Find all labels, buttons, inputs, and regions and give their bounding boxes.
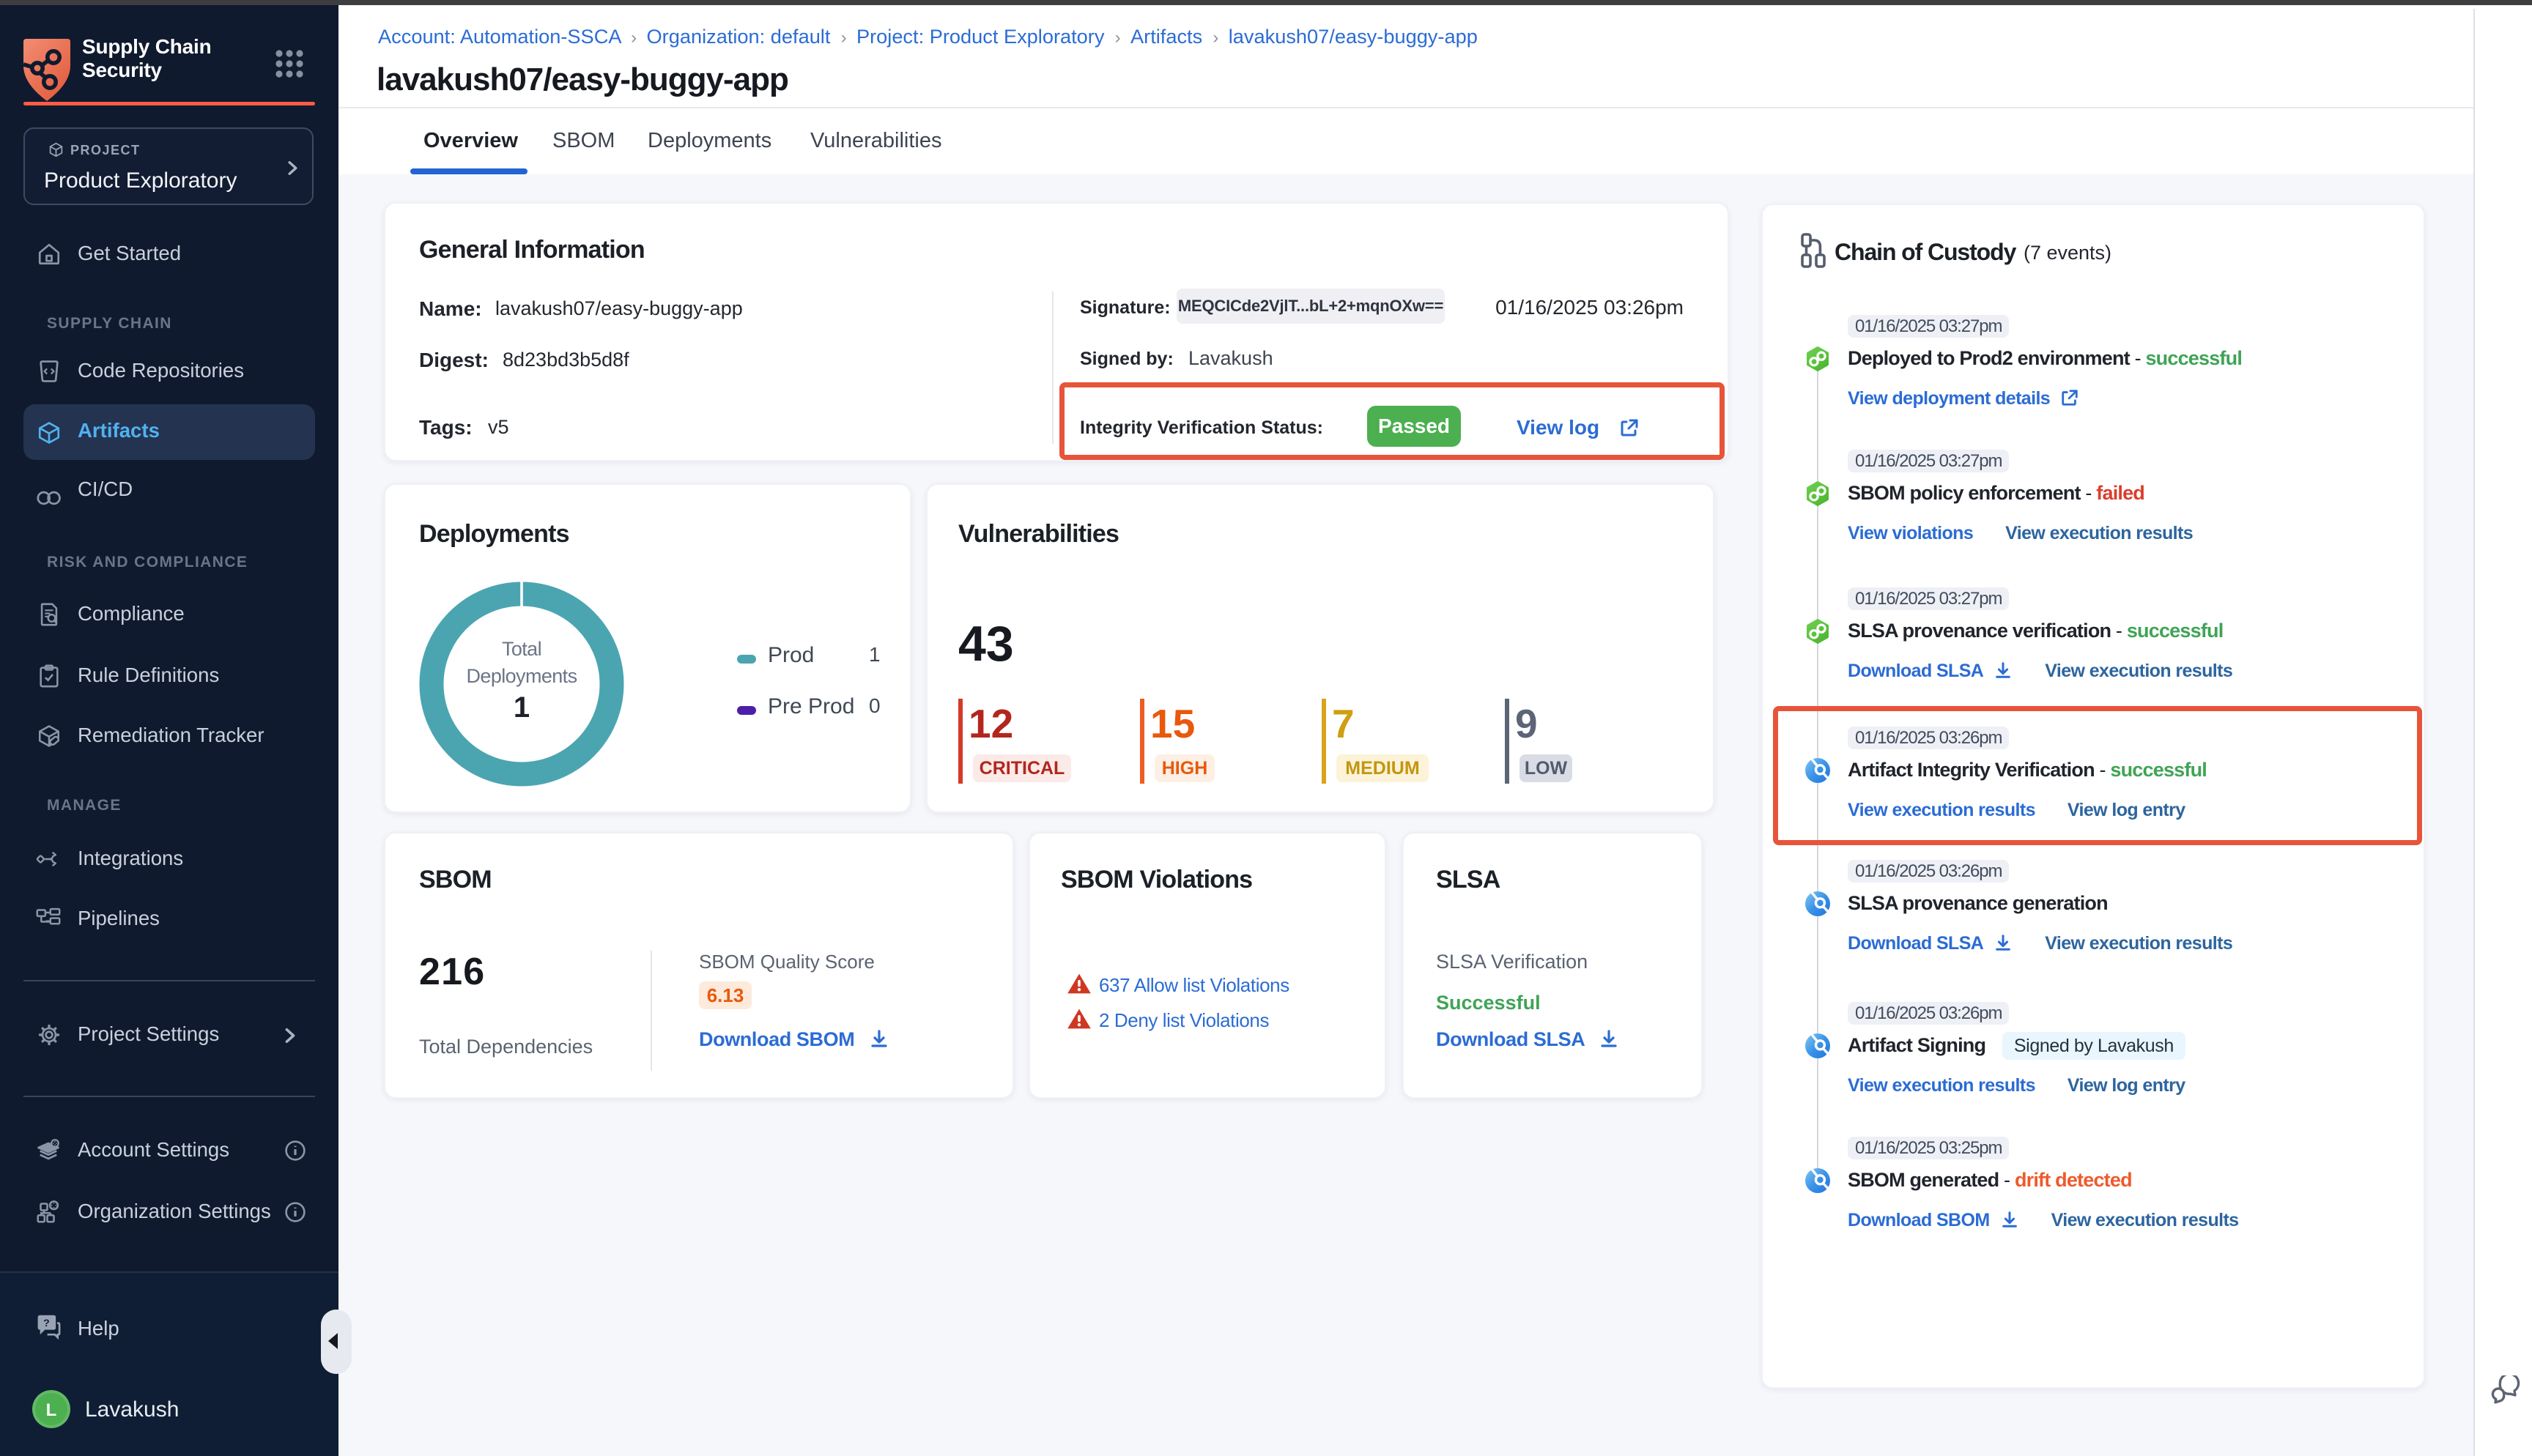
svg-text:?: ?	[43, 1317, 50, 1329]
